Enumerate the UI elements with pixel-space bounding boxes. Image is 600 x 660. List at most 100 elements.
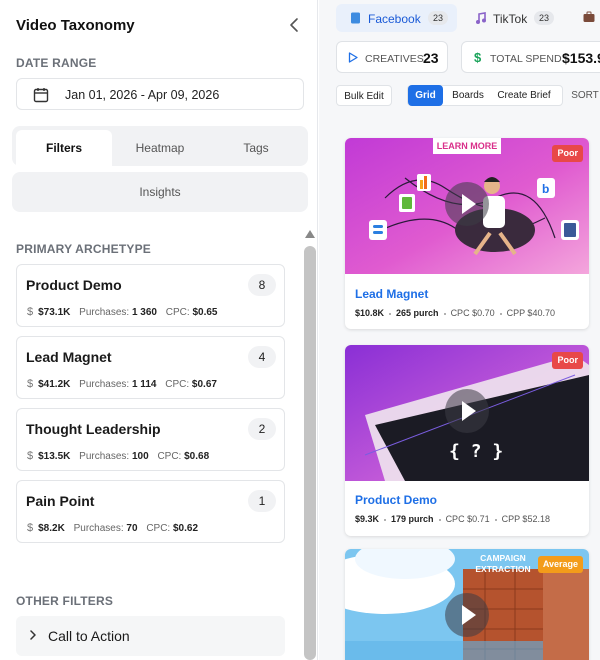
archetype-name: Lead Magnet xyxy=(26,349,112,365)
cpc-label: CPC: xyxy=(157,451,182,462)
purchases-label: Purchases: xyxy=(79,451,130,462)
archetype-count: 8 xyxy=(248,274,276,296)
creatives-metric: CREATIVES 23 xyxy=(336,41,448,73)
archetype-cpc: $0.65 xyxy=(192,307,218,318)
briefcase-icon[interactable] xyxy=(583,11,595,23)
creative-card[interactable]: { ? } Poor Product Demo $9.3K 179 purch CP… xyxy=(345,345,589,536)
archetype-item[interactable]: Product Demo 8 $ $73.1K Purchases: 1 360 … xyxy=(16,264,285,327)
cpc-label: CPC: xyxy=(165,307,190,318)
creative-cpp: CPP $40.70 xyxy=(506,308,555,318)
archetype-stats: $ $8.2K Purchases: 70 CPC: $0.62 xyxy=(27,522,198,534)
creative-thumbnail: { ? } Poor xyxy=(345,345,589,481)
creatives-label: CREATIVES xyxy=(365,53,424,65)
archetype-spend: $73.1K xyxy=(38,307,71,318)
archetype-spend: $8.2K xyxy=(38,523,65,534)
archetype-spend: $41.2K xyxy=(38,379,71,390)
archetype-cpc: $0.62 xyxy=(173,523,199,534)
overlay-symbol-text: { ? } xyxy=(449,441,504,462)
creative-spend: $10.8K xyxy=(355,308,385,318)
archetype-purchases: 70 xyxy=(126,523,138,534)
archetype-purchases: 100 xyxy=(131,451,149,462)
creative-title[interactable]: Product Demo xyxy=(355,493,437,507)
play-button[interactable] xyxy=(445,389,489,433)
tab-heatmap[interactable]: Heatmap xyxy=(112,130,208,166)
play-outline-icon xyxy=(348,52,358,63)
total-spend-metric: $ TOTAL SPEND $153.9 xyxy=(461,41,600,73)
tab-tags[interactable]: Tags xyxy=(208,130,304,166)
archetype-stats: $ $13.5K Purchases: 100 CPC: $0.68 xyxy=(27,450,209,462)
dollar-icon: $ xyxy=(27,450,34,462)
purchases-label: Purchases: xyxy=(73,523,124,534)
sidebar-title: Video Taxonomy xyxy=(16,17,135,34)
archetype-count: 1 xyxy=(248,490,276,512)
cpc-label: CPC: xyxy=(146,523,171,534)
sidebar-scrollbar[interactable] xyxy=(304,246,316,660)
sidebar-tabs: Filters Heatmap Tags xyxy=(12,126,308,166)
grid-view-button[interactable]: Grid xyxy=(408,85,443,106)
archetype-spend: $13.5K xyxy=(38,451,71,462)
other-filters-label: OTHER FILTERS xyxy=(16,594,114,608)
archetype-name: Product Demo xyxy=(26,277,122,293)
boards-view-button[interactable]: Boards xyxy=(447,85,489,106)
tab-insights[interactable]: Insights xyxy=(16,174,304,210)
archetype-name: Pain Point xyxy=(26,493,95,509)
archetype-item[interactable]: Pain Point 1 $ $8.2K Purchases: 70 CPC: $… xyxy=(16,480,285,543)
facebook-count: 23 xyxy=(428,11,449,25)
dollar-icon: $ xyxy=(27,378,34,390)
dollar-icon: $ xyxy=(27,522,34,534)
purchases-label: Purchases: xyxy=(79,307,130,318)
creative-purchases: 179 purch xyxy=(391,514,434,524)
archetype-cpc: $0.67 xyxy=(191,379,217,390)
dollar-icon: $ xyxy=(27,306,34,318)
archetype-stats: $ $73.1K Purchases: 1 360 CPC: $0.65 xyxy=(27,306,218,318)
archetype-count: 2 xyxy=(248,418,276,440)
tiktok-label: TikTok xyxy=(493,12,528,26)
performance-badge: Average xyxy=(537,556,583,573)
archetype-name: Thought Leadership xyxy=(26,421,161,437)
scroll-up-arrow[interactable] xyxy=(305,230,315,238)
date-range-picker[interactable]: Jan 01, 2026 - Apr 09, 2026 xyxy=(16,78,304,110)
overlay-cta-text: LEARN MORE xyxy=(433,138,501,154)
date-range-label: DATE RANGE xyxy=(16,56,97,70)
overlay-headline-text: CAMPAIGN EXTRACTION xyxy=(475,553,531,574)
creative-cpc: CPC $0.71 xyxy=(445,514,490,524)
sort-button[interactable]: SORT xyxy=(569,85,600,106)
archetype-purchases: 1 114 xyxy=(131,379,157,390)
creative-card[interactable]: b LEARN MORE Poor Lead Magnet $10.8K 265 … xyxy=(345,138,589,329)
music-note-icon xyxy=(476,12,486,24)
creative-spend: $9.3K xyxy=(355,514,380,524)
archetype-count: 4 xyxy=(248,346,276,368)
tab-facebook[interactable]: Facebook 23 xyxy=(336,4,457,32)
call-to-action-label: Call to Action xyxy=(48,628,130,644)
facebook-label: Facebook xyxy=(368,12,421,26)
dollar-icon: $ xyxy=(474,50,482,65)
archetype-item[interactable]: Lead Magnet 4 $ $41.2K Purchases: 1 114 C… xyxy=(16,336,285,399)
performance-badge: Poor xyxy=(552,352,583,369)
call-to-action-filter[interactable]: Call to Action xyxy=(16,616,285,656)
main-panel: Facebook 23 TikTok 23 CREATIVES 23 $ TOT… xyxy=(319,0,600,660)
creative-card[interactable]: CAMPAIGN EXTRACTION Average xyxy=(345,549,589,660)
creative-cpp: CPP $52.18 xyxy=(501,514,550,524)
tab-filters[interactable]: Filters xyxy=(16,130,112,166)
create-brief-button[interactable]: Create Brief xyxy=(493,85,555,106)
tab-tiktok[interactable]: TikTok 23 xyxy=(461,4,561,32)
creative-purchases: 265 purch xyxy=(396,308,439,318)
archetype-stats: $ $41.2K Purchases: 1 114 CPC: $0.67 xyxy=(27,378,217,390)
primary-archetype-label: PRIMARY ARCHETYPE xyxy=(16,242,151,256)
play-button[interactable] xyxy=(445,182,489,226)
bulk-edit-button[interactable]: Bulk Edit xyxy=(336,85,392,106)
archetype-purchases: 1 360 xyxy=(131,307,157,318)
creative-stats: $9.3K 179 purch CPC $0.71 CPP $52.18 xyxy=(355,514,550,524)
play-button[interactable] xyxy=(445,593,489,637)
creative-title[interactable]: Lead Magnet xyxy=(355,287,428,301)
archetype-item[interactable]: Thought Leadership 2 $ $13.5K Purchases: … xyxy=(16,408,285,471)
creative-thumbnail: CAMPAIGN EXTRACTION Average xyxy=(345,549,589,660)
total-spend-value: $153.9 xyxy=(562,50,600,66)
chevron-left-icon[interactable] xyxy=(286,16,304,34)
sidebar-tabs-row2: Insights xyxy=(12,172,308,212)
archetype-cpc: $0.68 xyxy=(184,451,210,462)
creatives-value: 23 xyxy=(423,50,439,66)
total-spend-label: TOTAL SPEND xyxy=(490,53,562,65)
calendar-icon xyxy=(33,88,49,103)
chevron-right-icon xyxy=(30,630,36,640)
